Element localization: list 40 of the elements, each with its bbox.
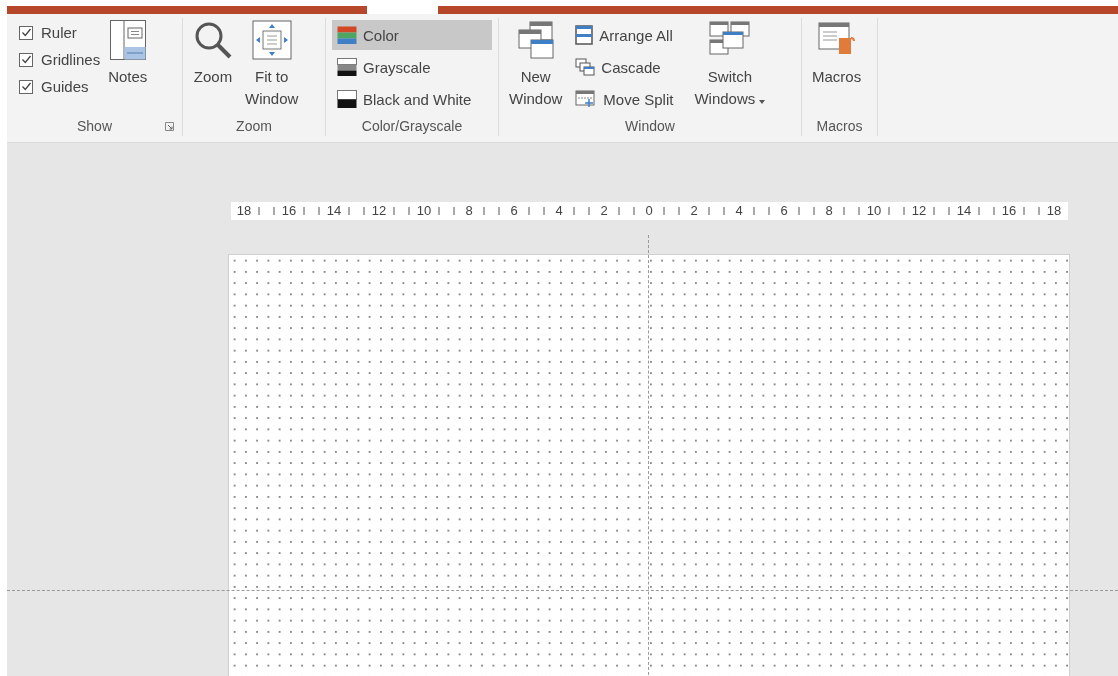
group-label: Zoom (236, 118, 272, 134)
check-icon (20, 54, 32, 65)
checkbox-label[interactable]: Gridlines (41, 51, 101, 68)
guide-line[interactable] (648, 235, 649, 676)
checkbox-label[interactable]: Ruler (41, 24, 77, 41)
checkbox[interactable] (19, 79, 33, 94)
notes-icon (109, 20, 146, 60)
group-label: Window (625, 118, 675, 134)
checkbox-label[interactable]: Guides (41, 78, 89, 95)
notes-button[interactable]: Notes (104, 18, 152, 116)
check-icon (20, 27, 32, 38)
fit-to-window-icon (251, 20, 292, 60)
zoom-button[interactable]: Zoom (189, 18, 237, 116)
move-split-button[interactable]: Move Split (570, 84, 679, 114)
new-window-button[interactable]: New Window (505, 18, 567, 116)
caret-icon (759, 100, 766, 104)
switch-windows-button[interactable]: Switch Windows (682, 18, 778, 116)
group-label: Show (77, 118, 112, 134)
arrange-all-button[interactable]: Arrange All (570, 20, 679, 50)
split-icon (575, 90, 598, 108)
swatch-icon (337, 58, 357, 76)
group-label: Macros (816, 118, 863, 134)
fit-to-window-button[interactable]: Fit to Window (241, 18, 303, 116)
cascade-icon (575, 58, 596, 76)
macros-button[interactable]: Macros (808, 18, 866, 116)
checkbox[interactable] (19, 52, 33, 67)
swatch-icon (337, 26, 357, 44)
guide-line[interactable] (7, 590, 1118, 591)
swatch-icon (337, 90, 357, 108)
cascade-button[interactable]: Cascade (570, 52, 679, 82)
color-mode-button[interactable]: Color (332, 20, 492, 50)
windows-icon (515, 20, 556, 60)
stacked-windows-icon (575, 25, 594, 45)
dialog-launcher-icon[interactable] (165, 122, 174, 131)
group-label: Color/Grayscale (361, 118, 463, 134)
check-icon (20, 81, 32, 92)
color-mode-button[interactable]: Black and White (332, 84, 492, 114)
color-mode-button[interactable]: Grayscale (332, 52, 492, 82)
checkbox[interactable] (19, 25, 33, 40)
magnifier-icon (193, 20, 233, 60)
